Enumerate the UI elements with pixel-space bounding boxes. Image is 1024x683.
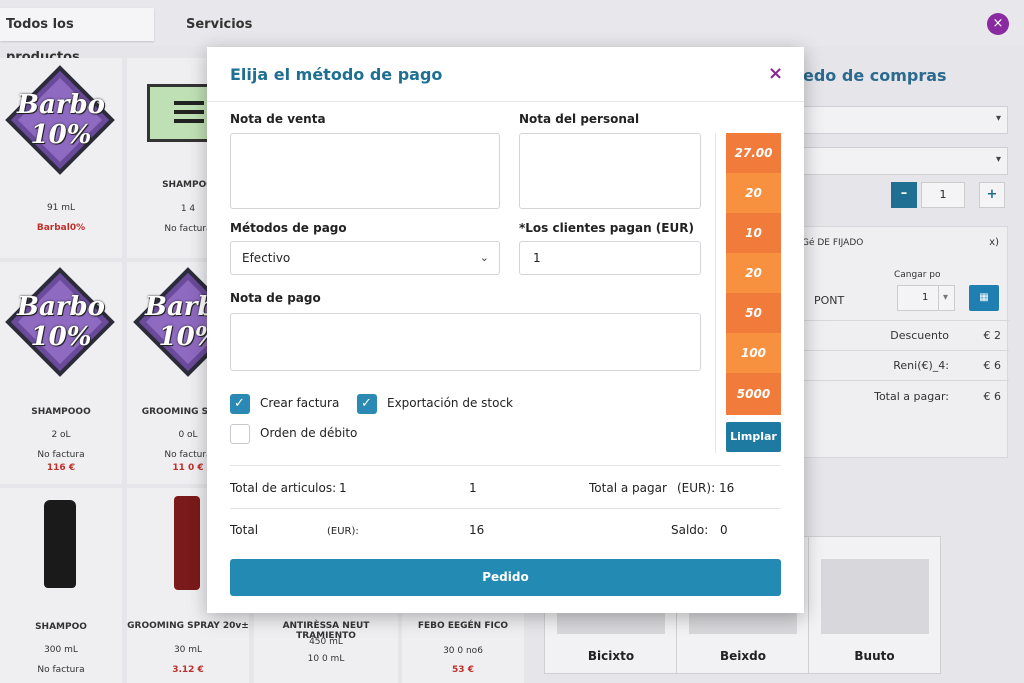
- qty-value: 1: [469, 481, 477, 495]
- cash-button[interactable]: 20: [726, 173, 781, 213]
- balance-value: 0: [720, 523, 728, 537]
- cash-button[interactable]: 5000: [726, 373, 781, 415]
- to-pay-value: 16: [719, 481, 735, 495]
- staff-note-label: Nota del personal: [519, 112, 640, 126]
- items-value: 1: [339, 481, 347, 495]
- staff-note-textarea[interactable]: [519, 133, 701, 209]
- to-pay-unit: (EUR):: [677, 481, 716, 495]
- total-value: 16: [469, 523, 485, 537]
- clients-pay-label: *Los clientes pagan (EUR): [519, 221, 694, 235]
- sale-note-textarea[interactable]: [230, 133, 500, 209]
- stock-export-checkbox[interactable]: [357, 394, 377, 414]
- total-label: Total: [230, 523, 259, 537]
- to-pay-label: Total a pagar: [589, 481, 667, 495]
- debit-order-checkbox[interactable]: [230, 424, 250, 444]
- modal-title: Elija el método de pago: [230, 65, 443, 84]
- clients-pay-value: 1: [533, 251, 541, 265]
- close-icon[interactable]: ×: [768, 63, 783, 84]
- stock-export-label: Exportación de stock: [387, 396, 513, 410]
- create-invoice-checkbox[interactable]: [230, 394, 250, 414]
- payment-method-value: Efectivo: [242, 251, 291, 265]
- cash-button[interactable]: 50: [726, 293, 781, 333]
- sale-note-label: Nota de venta: [230, 112, 326, 126]
- clear-button[interactable]: Limplar: [726, 422, 781, 452]
- payment-methods-label: Métodos de pago: [230, 221, 347, 235]
- divider: [230, 465, 781, 466]
- balance-label: Saldo:: [671, 523, 709, 537]
- cash-button[interactable]: 20: [726, 253, 781, 293]
- order-button[interactable]: Pedido: [230, 559, 781, 596]
- payment-method-select[interactable]: Efectivo ⌄: [230, 241, 500, 275]
- divider: [715, 133, 716, 453]
- payment-note-label: Nota de pago: [230, 291, 321, 305]
- cash-button[interactable]: 10: [726, 213, 781, 253]
- total-unit: (EUR):: [327, 526, 359, 537]
- payment-modal: Elija el método de pago × Nota de venta …: [207, 47, 804, 613]
- divider: [230, 508, 781, 509]
- debit-order-label: Orden de débito: [260, 426, 358, 440]
- payment-note-textarea[interactable]: [230, 313, 701, 371]
- quick-cash-column: 27.00 20 10 20 50 100 5000: [726, 133, 781, 415]
- clients-pay-input[interactable]: 1: [519, 241, 701, 275]
- modal-header: Elija el método de pago ×: [207, 47, 804, 102]
- create-invoice-label: Crear factura: [260, 396, 340, 410]
- chevron-down-icon: ⌄: [479, 251, 489, 264]
- cash-button[interactable]: 27.00: [726, 133, 781, 173]
- cash-button[interactable]: 100: [726, 333, 781, 373]
- items-label: Total de articulos:: [230, 481, 337, 495]
